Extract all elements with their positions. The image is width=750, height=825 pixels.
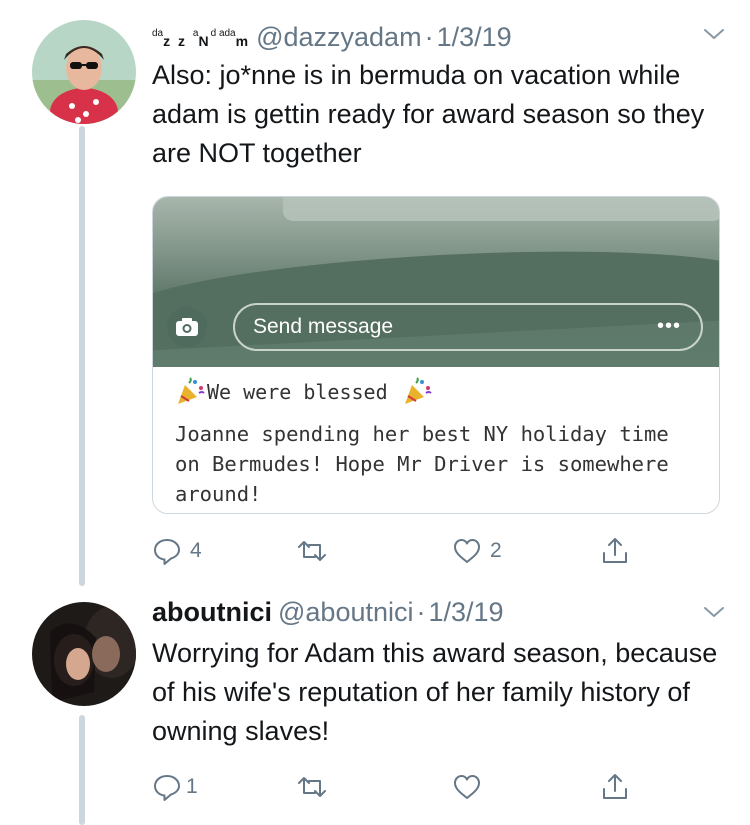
separator-dot: · (416, 597, 426, 627)
like-icon (454, 539, 480, 563)
like-button[interactable] (452, 772, 490, 802)
reply-icon (154, 775, 180, 801)
tweet-media-card[interactable]: Send message ••• We were blessed Joanne … (152, 196, 720, 514)
display-name[interactable]: daz z aNd adam (152, 16, 250, 59)
avatar[interactable] (32, 20, 136, 124)
user-handle[interactable]: @aboutnici (278, 594, 414, 630)
tweet-header: daz z aNd adam @dazzyadam · 1/3/19 (152, 16, 512, 52)
share-button[interactable] (600, 536, 630, 566)
retweet-button[interactable] (297, 772, 335, 802)
reply-button[interactable]: 4 (152, 536, 202, 566)
blurred-banner (283, 197, 719, 221)
user-handle[interactable]: @dazzyadam (256, 19, 421, 55)
like-count: 2 (490, 539, 502, 562)
thread-line-bottom (79, 715, 85, 825)
camera-icon (167, 307, 207, 347)
reply-count: 1 (186, 775, 198, 798)
reply-icon (154, 539, 180, 565)
tweet-actions: 1 (152, 772, 642, 806)
retweet-icon (298, 777, 326, 797)
reply-button[interactable]: 1 (152, 772, 198, 802)
tweet-text: Also: jo*nne is in bermuda on vacation w… (152, 60, 712, 168)
caption-heading-line: We were blessed (175, 377, 432, 407)
tweet-date[interactable]: 1/3/19 (437, 19, 512, 55)
share-button[interactable] (600, 772, 630, 802)
party-popper-icon (178, 377, 205, 404)
tweet-date[interactable]: 1/3/19 (429, 594, 504, 630)
tweet-actions: 4 2 (152, 536, 642, 570)
send-message-label: Send message (253, 315, 394, 338)
media-image: Send message ••• (153, 197, 719, 367)
party-popper-icon (404, 377, 432, 404)
separator-dot: · (424, 22, 434, 52)
more-options-icon: ••• (656, 315, 681, 337)
retweet-button[interactable] (297, 536, 335, 566)
display-name[interactable]: aboutnici (152, 594, 272, 630)
thread-line-top (79, 126, 85, 586)
caption-heading: We were blessed (207, 380, 388, 404)
chevron-down-icon[interactable] (702, 600, 726, 624)
tweet-text: Worrying for Adam this award season, bec… (152, 638, 725, 746)
tweet-header: aboutnici @aboutnici · 1/3/19 (152, 594, 504, 630)
share-icon (603, 774, 627, 799)
retweet-icon (298, 541, 326, 561)
chevron-down-icon[interactable] (702, 22, 726, 46)
media-caption: We were blessed Joanne spending her best… (153, 367, 719, 513)
like-icon (454, 775, 480, 799)
like-button[interactable]: 2 (452, 536, 502, 566)
caption-body: Joanne spending her best NY holiday time… (175, 422, 669, 506)
avatar[interactable] (32, 602, 136, 706)
share-icon (603, 538, 627, 563)
reply-count: 4 (190, 539, 202, 562)
